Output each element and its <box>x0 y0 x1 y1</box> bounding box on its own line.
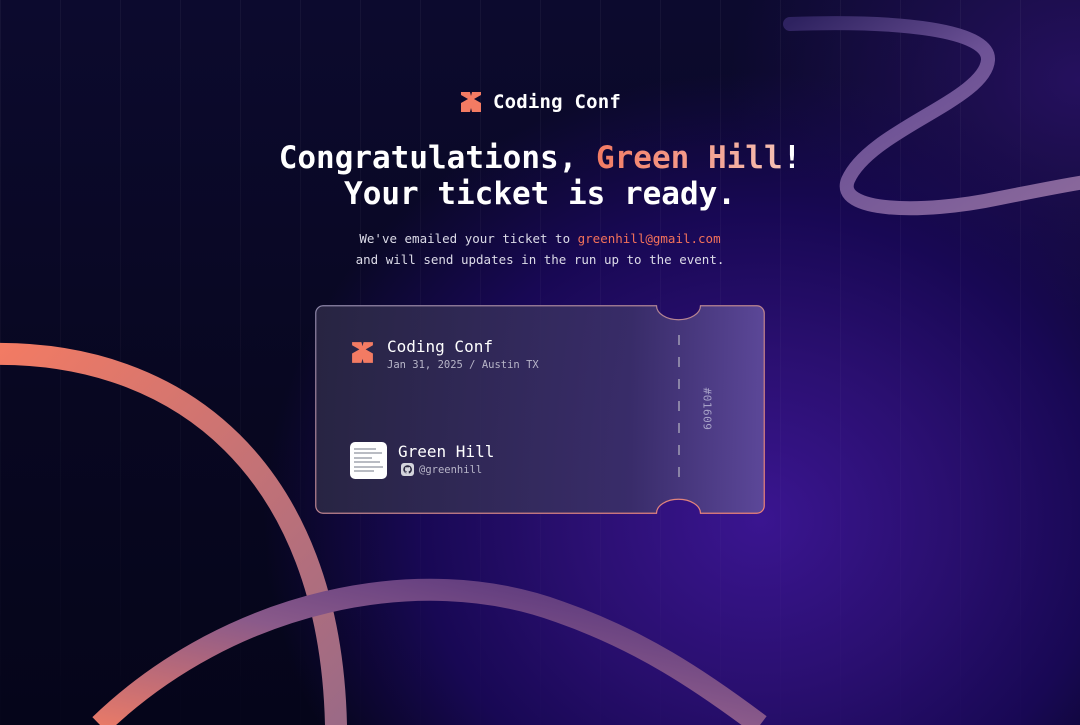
confirmation-email: greenhill@gmail.com <box>577 231 721 246</box>
confirmation-line2: and will send updates in the run up to t… <box>355 252 725 267</box>
site-header: Coding Conf <box>0 90 1080 114</box>
ticket-card: Coding Conf Jan 31, 2025 / Austin TX Gre… <box>315 305 765 514</box>
headline-suffix: ! <box>782 140 802 176</box>
attendee-avatar <box>350 442 387 479</box>
confirmation-prefix: We've emailed your ticket to <box>359 231 578 246</box>
github-handle: @greenhill <box>419 463 483 476</box>
ticket-attendee-name: Green Hill <box>398 442 495 461</box>
headline-prefix: Congratulations, <box>278 140 596 176</box>
confirmation-text: We've emailed your ticket to greenhill@g… <box>0 228 1080 270</box>
coding-conf-logo-icon[interactable] <box>459 90 483 114</box>
brand-name[interactable]: Coding Conf <box>493 91 621 113</box>
ticket-event-meta: Jan 31, 2025 / Austin TX <box>387 359 539 371</box>
ticket-shape <box>315 305 765 514</box>
decorative-arc-left <box>0 343 347 725</box>
decorative-arc-bottom <box>92 578 767 725</box>
page-headline: Congratulations, Green Hill! Your ticket… <box>0 140 1080 212</box>
headline-line2: Your ticket is ready. <box>344 176 736 212</box>
ticket-number: #01609 <box>700 387 714 431</box>
ticket-logo-icon <box>352 342 373 363</box>
github-icon <box>401 463 414 476</box>
github-row: @greenhill <box>401 463 482 476</box>
ticket-event-name: Coding Conf <box>387 337 493 356</box>
headline-attendee-name: Green Hill <box>595 140 783 176</box>
